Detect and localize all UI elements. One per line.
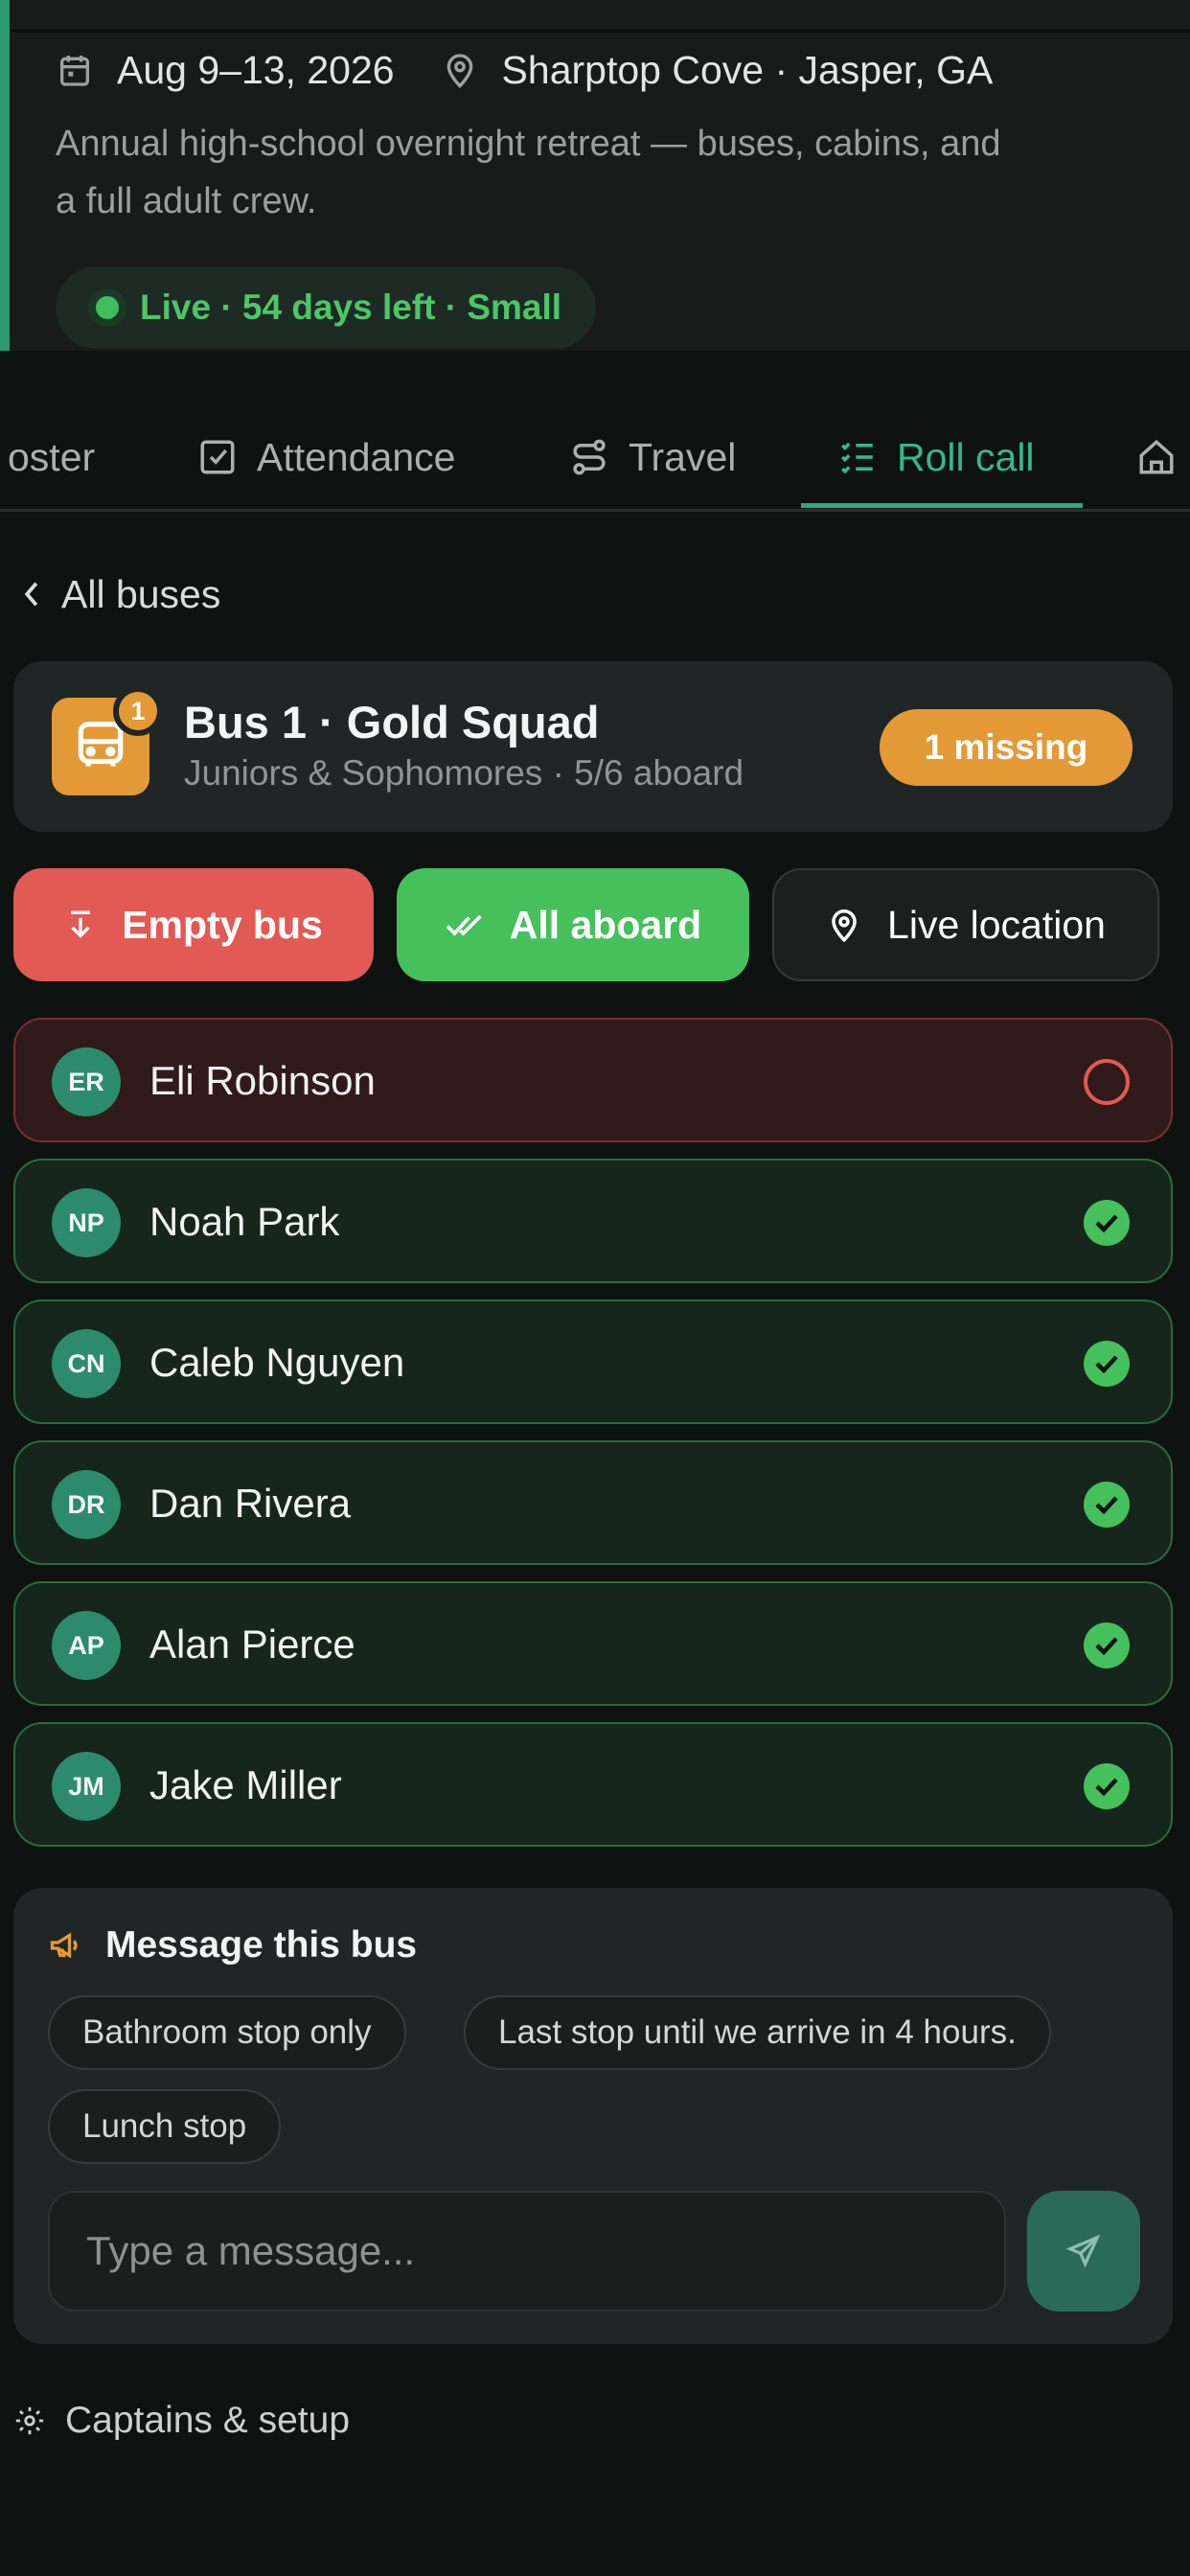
- live-location-button[interactable]: Live location: [772, 868, 1159, 981]
- send-icon: [1065, 2233, 1102, 2269]
- location-pin-icon: [826, 906, 862, 944]
- avatar: AP: [52, 1611, 121, 1680]
- event-tabs: oster Attendance Travel Roll call: [0, 402, 1190, 512]
- back-to-all-buses[interactable]: All buses: [19, 565, 220, 623]
- rider-row[interactable]: ER Eli Robinson: [13, 1018, 1173, 1142]
- bus-subtitle: Juniors & Sophomores · 5/6 aboard: [184, 753, 744, 793]
- check-circle-icon[interactable]: [1083, 1199, 1131, 1247]
- event-status-badge: Live · 54 days left · Small: [56, 266, 597, 349]
- rider-row[interactable]: AP Alan Pierce: [13, 1581, 1173, 1706]
- check-circle-icon[interactable]: [1083, 1481, 1131, 1529]
- event-meta-row: Aug 9–13, 2026 Sharptop Cove · Jasper, G…: [56, 46, 1039, 94]
- avatar: DR: [52, 1470, 121, 1539]
- rider-name: Caleb Nguyen: [149, 1340, 405, 1385]
- rider-name: Jake Miller: [149, 1762, 342, 1807]
- quick-reply-chip[interactable]: Last stop until we arrive in 4 hours.: [464, 1995, 1051, 2070]
- all-aboard-label: All aboard: [509, 902, 702, 947]
- message-panel-header: Message this bus: [48, 1924, 417, 1966]
- list-check-icon: [837, 437, 897, 477]
- live-location-label: Live location: [887, 902, 1106, 947]
- captains-setup-label: Captains & setup: [65, 2400, 351, 2441]
- check-circle-icon[interactable]: [1083, 1340, 1131, 1388]
- rider-row[interactable]: JM Jake Miller: [13, 1722, 1173, 1847]
- tab-roster[interactable]: oster: [8, 402, 95, 512]
- tab-cabins[interactable]: [1136, 402, 1190, 512]
- active-tab-indicator: [801, 503, 1083, 508]
- double-check-icon: [445, 908, 485, 941]
- captains-setup-link[interactable]: Captains & setup: [13, 2392, 350, 2450]
- avatar: ER: [52, 1047, 121, 1116]
- message-panel-title: Message this bus: [105, 1924, 418, 1966]
- rider-row[interactable]: DR Dan Rivera: [13, 1440, 1173, 1565]
- tab-rollcall-label: Roll call: [897, 434, 1035, 479]
- send-button[interactable]: [1027, 2191, 1140, 2312]
- rider-name: Dan Rivera: [149, 1481, 352, 1526]
- quick-reply-chip[interactable]: Bathroom stop only: [48, 1995, 406, 2070]
- avatar: NP: [52, 1188, 121, 1257]
- rider-row[interactable]: CN Caleb Nguyen: [13, 1300, 1173, 1424]
- live-dot-icon: [88, 288, 126, 327]
- event-location: Sharptop Cove · Jasper, GA: [441, 47, 994, 93]
- back-label: All buses: [61, 571, 221, 616]
- event-description-line: Annual high-school overnight retreat — b…: [56, 124, 1001, 164]
- bus-summary-card: 1 Bus 1 · Gold Squad Juniors & Sophomore…: [13, 661, 1173, 832]
- tab-travel-label: Travel: [629, 434, 737, 479]
- avatar: JM: [52, 1752, 121, 1821]
- calendar-icon: [56, 51, 117, 89]
- event-description: Annual high-school overnight retreat — b…: [56, 115, 1167, 230]
- empty-bus-button[interactable]: Empty bus: [13, 868, 374, 981]
- status-empty-circle-icon[interactable]: [1083, 1058, 1131, 1106]
- check-circle-icon[interactable]: [1083, 1762, 1131, 1810]
- rider-name: Alan Pierce: [149, 1622, 355, 1667]
- message-bus-panel: Message this bus Bathroom stop only Last…: [13, 1888, 1173, 2344]
- event-date-text: Aug 9–13, 2026: [117, 47, 395, 92]
- tab-attendance-label: Attendance: [257, 434, 456, 479]
- check-circle-icon[interactable]: [1083, 1622, 1131, 1669]
- avatar: CN: [52, 1329, 121, 1398]
- tab-roster-label: oster: [8, 434, 96, 479]
- rider-name: Noah Park: [149, 1199, 340, 1244]
- bus-alert-badge: 1: [113, 686, 163, 736]
- event-date: Aug 9–13, 2026: [56, 48, 395, 93]
- chevron-left-icon: [19, 579, 44, 610]
- rider-row[interactable]: NP Noah Park: [13, 1159, 1173, 1283]
- event-description-line: a full adult crew.: [56, 181, 317, 221]
- tab-rollcall[interactable]: Roll call: [837, 402, 1035, 512]
- megaphone-icon: [48, 1928, 82, 1963]
- header-divider: [10, 29, 1190, 33]
- empty-bus-label: Empty bus: [122, 902, 323, 947]
- all-aboard-button[interactable]: All aboard: [397, 868, 749, 981]
- home-icon: [1136, 437, 1190, 477]
- route-icon: [569, 437, 629, 477]
- unload-icon: [64, 907, 97, 943]
- event-status-text: Live · 54 days left · Small: [140, 288, 562, 327]
- message-input[interactable]: Type a message...: [48, 2191, 1006, 2312]
- event-location-text: Sharptop Cove · Jasper, GA: [501, 47, 994, 92]
- missing-count-badge[interactable]: 1 missing: [880, 709, 1133, 786]
- quick-reply-chip[interactable]: Lunch stop: [48, 2089, 282, 2164]
- tab-travel[interactable]: Travel: [569, 402, 736, 512]
- bus-title: Bus 1 · Gold Squad: [184, 697, 600, 748]
- tab-attendance[interactable]: Attendance: [197, 402, 455, 512]
- map-pin-icon: [441, 51, 502, 89]
- checkbox-icon: [197, 437, 257, 477]
- gear-icon: [13, 2404, 46, 2437]
- rider-name: Eli Robinson: [149, 1058, 376, 1103]
